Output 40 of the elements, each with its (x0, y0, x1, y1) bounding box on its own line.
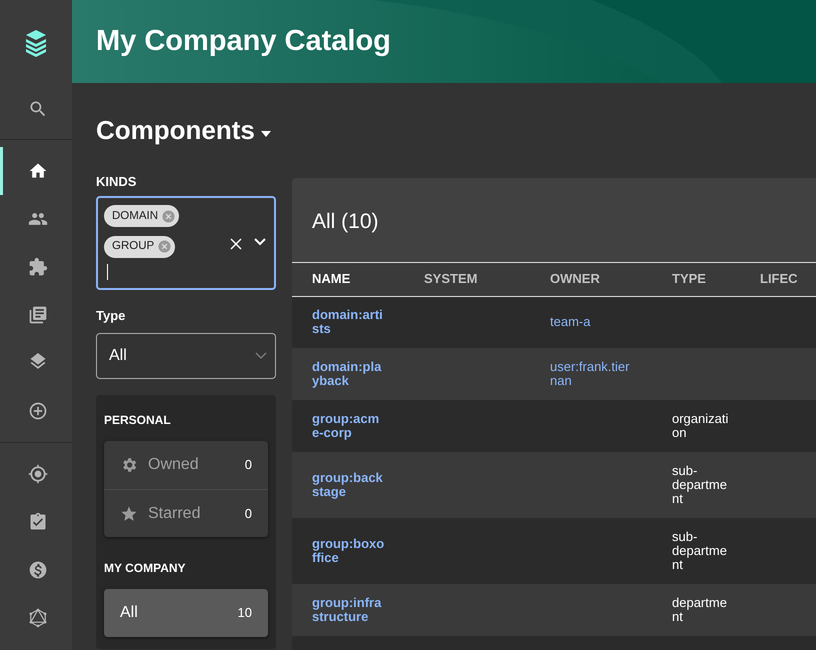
chevron-down-icon[interactable] (254, 238, 266, 246)
section-title: PERSONAL (104, 412, 172, 429)
page-title: Components (96, 114, 255, 147)
column-header[interactable]: LIFEC (748, 262, 816, 296)
logo-icon[interactable] (24, 29, 48, 57)
filter-item[interactable]: Starred 0 (104, 489, 268, 537)
type-text: sub-department (672, 530, 728, 572)
filter-chip[interactable]: DOMAIN (104, 205, 179, 228)
clear-icon[interactable] (230, 238, 242, 250)
star-icon (120, 504, 138, 522)
puzzle-icon (28, 257, 48, 277)
item-count: 0 (244, 456, 252, 474)
type-text: sub-department (672, 464, 728, 506)
clipboard-check-icon (28, 512, 48, 532)
kinds-field[interactable]: DOMAIN GROUP (96, 196, 276, 290)
filter-item[interactable]: Owned 0 (104, 441, 268, 489)
table-title: All (10) (311, 209, 380, 235)
filter-label: KINDS (96, 173, 138, 191)
type-text: department (672, 596, 728, 624)
search-icon (28, 99, 48, 119)
target-icon (28, 464, 48, 484)
filter-chip[interactable]: GROUP (104, 236, 176, 258)
graph-icon (28, 608, 48, 628)
type-text: organization (672, 412, 730, 440)
caret-icon[interactable] (260, 130, 271, 136)
column-header[interactable]: TYPE (652, 262, 748, 296)
chevron-down-icon (255, 352, 267, 360)
column-header[interactable]: OWNER (530, 262, 652, 296)
item-count: 10 (238, 604, 252, 622)
filter-item[interactable]: All 10 (104, 589, 268, 637)
column-header[interactable]: NAME (292, 262, 404, 296)
app-title: My Company Catalog (95, 24, 391, 59)
item-count: 0 (244, 504, 252, 523)
type-select[interactable]: All (96, 333, 276, 379)
documents-icon (28, 305, 48, 325)
owner-link[interactable]: team-a (550, 315, 634, 330)
dollar-icon (28, 560, 48, 580)
section-title: MY COMPANY (104, 560, 187, 577)
filter-label: Type (96, 306, 126, 325)
column-header[interactable]: SYSTEM (404, 262, 530, 296)
